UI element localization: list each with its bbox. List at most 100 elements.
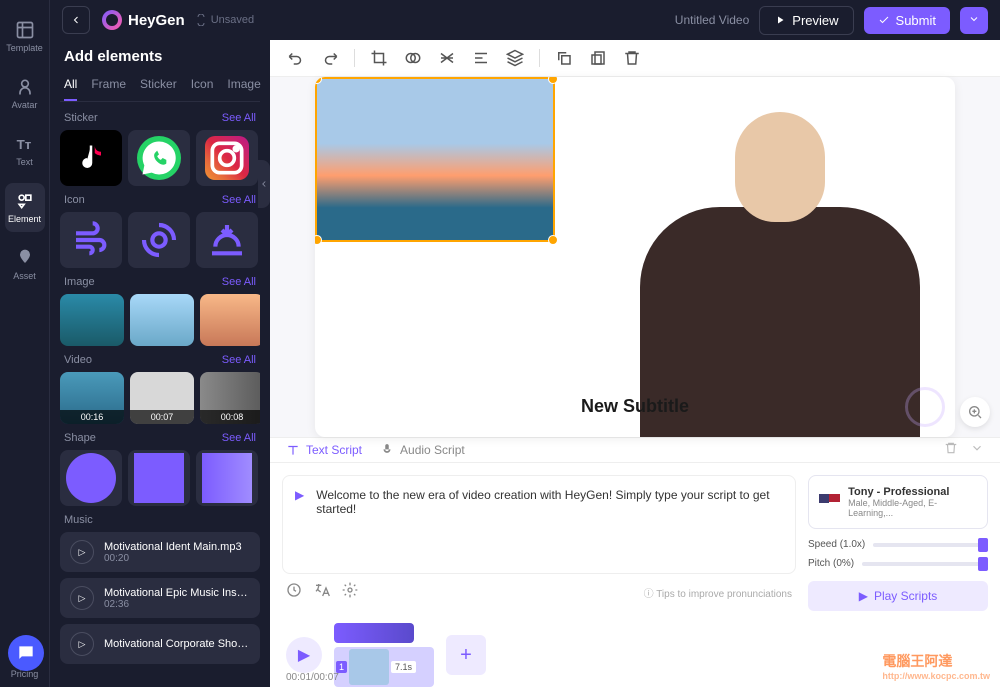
canvas-toolbar (270, 40, 1000, 77)
sidebar-title: Add elements (60, 48, 260, 65)
timeline-clip-video[interactable] (334, 623, 414, 643)
back-button[interactable] (62, 6, 90, 34)
timeline-clip-avatar[interactable]: 1 7.1s (334, 647, 434, 687)
submit-button[interactable]: Submit (864, 7, 950, 34)
section-image: Image (64, 276, 95, 288)
svg-text:Tт: Tт (16, 137, 31, 152)
pronunciation-tip[interactable]: ⓘ Tips to improve pronunciations (644, 585, 792, 600)
avatar-element[interactable] (635, 92, 925, 432)
image-thumb-3[interactable] (200, 294, 260, 346)
rail-asset[interactable]: Asset (5, 240, 45, 289)
play-icon[interactable]: ▷ (70, 632, 94, 656)
paste-button[interactable] (588, 48, 608, 68)
image-thumb-1[interactable] (60, 294, 124, 346)
resize-handle-bl[interactable] (315, 235, 322, 245)
voice-name: Tony - Professional (848, 486, 977, 498)
ai-icon[interactable] (342, 582, 358, 603)
preview-button[interactable]: Preview (759, 6, 853, 35)
chat-support[interactable] (8, 635, 44, 671)
tab-icon[interactable]: Icon (191, 77, 214, 101)
video-canvas[interactable]: New Subtitle (315, 77, 955, 437)
play-icon[interactable]: ▷ (70, 540, 94, 564)
delete-script-icon[interactable] (944, 441, 958, 460)
resize-handle-tl[interactable] (315, 77, 322, 84)
main-area: New Subtitle Text Script Audio Script (270, 40, 1000, 687)
sticker-tiktok[interactable] (60, 130, 122, 186)
timeline-play[interactable]: ▶ (286, 637, 322, 673)
opacity-button[interactable] (403, 48, 423, 68)
resize-handle-br[interactable] (548, 235, 558, 245)
copy-button[interactable] (554, 48, 574, 68)
music-item-3[interactable]: ▷ Motivational Corporate Short... (60, 624, 260, 664)
rail-avatar[interactable]: Avatar (5, 69, 45, 118)
collapse-script-icon[interactable] (970, 441, 984, 460)
subtitle-text[interactable]: New Subtitle (581, 396, 689, 417)
video-thumb-1[interactable]: 00:16 (60, 372, 124, 424)
unsaved-status: Unsaved (195, 14, 254, 26)
icon-hurricane[interactable] (128, 212, 190, 268)
tab-frame[interactable]: Frame (91, 77, 126, 101)
video-thumb-2[interactable]: 00:07 (130, 372, 194, 424)
tab-all[interactable]: All (64, 77, 77, 101)
video-title[interactable]: Untitled Video (675, 13, 750, 27)
history-icon[interactable] (286, 582, 302, 603)
see-all-sticker[interactable]: See All (222, 112, 256, 124)
rail-text[interactable]: Tт Text (5, 126, 45, 175)
music-item-1[interactable]: ▷ Motivational Ident Main.mp300:20 (60, 532, 260, 572)
see-all-icon[interactable]: See All (222, 194, 256, 206)
shape-circle[interactable] (60, 450, 122, 506)
logo-icon (102, 10, 122, 30)
section-icon: Icon (64, 194, 85, 206)
script-text[interactable]: Welcome to the new era of video creation… (316, 488, 783, 561)
icon-sunset[interactable] (196, 212, 258, 268)
zoom-button[interactable] (960, 397, 990, 427)
see-all-image[interactable]: See All (222, 276, 256, 288)
video-thumb-3[interactable]: 00:08 (200, 372, 260, 424)
canvas-area[interactable]: New Subtitle (270, 77, 1000, 437)
shape-square[interactable] (128, 450, 190, 506)
effects-button[interactable] (437, 48, 457, 68)
play-scripts-button[interactable]: ▶ Play Scripts (808, 581, 988, 611)
sticker-instagram[interactable] (196, 130, 258, 186)
collapse-sidebar[interactable] (258, 160, 270, 208)
section-shape: Shape (64, 432, 96, 444)
icon-wind[interactable] (60, 212, 122, 268)
undo-button[interactable] (286, 48, 306, 68)
pitch-label: Pitch (0%) (808, 558, 854, 569)
translate-icon[interactable] (314, 582, 330, 603)
rail-element[interactable]: Element (5, 183, 45, 232)
script-input[interactable]: ▶ Welcome to the new era of video creati… (282, 475, 796, 574)
selected-image[interactable] (315, 77, 555, 242)
text-script-tab[interactable]: Text Script (286, 443, 362, 457)
see-all-video[interactable]: See All (222, 354, 256, 366)
tab-image[interactable]: Image (227, 77, 260, 101)
submit-dropdown[interactable] (960, 7, 988, 34)
timeline-add[interactable]: + (446, 635, 486, 675)
crop-button[interactable] (369, 48, 389, 68)
play-script-icon[interactable]: ▶ (295, 488, 304, 561)
image-thumb-2[interactable] (130, 294, 194, 346)
layers-button[interactable] (505, 48, 525, 68)
section-sticker: Sticker (64, 112, 98, 124)
sticker-whatsapp[interactable] (128, 130, 190, 186)
voice-meta: Male, Middle-Aged, E-Learning,... (848, 498, 977, 518)
header: HeyGen Unsaved Untitled Video Preview Su… (50, 0, 1000, 40)
shape-gradient[interactable] (196, 450, 258, 506)
tab-sticker[interactable]: Sticker (140, 77, 177, 101)
resize-handle-tr[interactable] (548, 77, 558, 84)
music-item-2[interactable]: ▷ Motivational Epic Music Inspirin02:36 (60, 578, 260, 618)
element-tabs: All Frame Sticker Icon Image (60, 77, 260, 102)
pitch-slider[interactable] (862, 562, 988, 566)
redo-button[interactable] (320, 48, 340, 68)
rail-template[interactable]: Template (5, 12, 45, 61)
audio-script-tab[interactable]: Audio Script (380, 443, 465, 457)
delete-button[interactable] (622, 48, 642, 68)
section-music: Music (64, 514, 93, 526)
align-button[interactable] (471, 48, 491, 68)
logo: HeyGen (102, 10, 185, 30)
voice-selector[interactable]: Tony - Professional Male, Middle-Aged, E… (808, 475, 988, 529)
play-icon[interactable]: ▷ (70, 586, 94, 610)
watermark-icon (905, 387, 945, 427)
see-all-shape[interactable]: See All (222, 432, 256, 444)
speed-slider[interactable] (873, 543, 988, 547)
